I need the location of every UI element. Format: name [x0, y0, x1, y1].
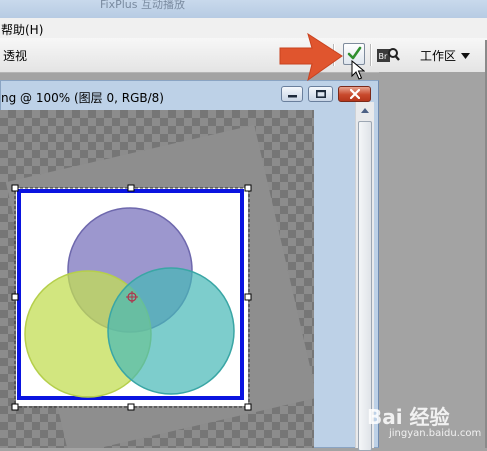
options-bar: 透视 Br 工作区: [0, 38, 487, 73]
watermark: Bai 经验 jingyan.baidu.com: [367, 399, 487, 445]
svg-text:Br: Br: [379, 52, 388, 61]
watermark-text: Bai 经验: [367, 405, 450, 429]
arrow-right-icon: [279, 32, 343, 82]
app-title-bar: FixPlus 互动播放: [0, 0, 487, 18]
arrow-up-icon[interactable]: [356, 102, 374, 119]
workspace-menu[interactable]: 工作区: [414, 45, 474, 65]
workspace-label: 工作区: [420, 49, 457, 63]
bridge-button[interactable]: Br: [376, 46, 400, 64]
document-title: ng @ 100% (图层 0, RGB/8): [1, 91, 164, 105]
menu-help[interactable]: 帮助(H): [1, 21, 43, 38]
close-icon: [350, 89, 360, 99]
transform-image-layer[interactable]: [11, 184, 252, 411]
minimize-button[interactable]: [281, 86, 303, 102]
mouse-pointer-icon: [351, 60, 365, 80]
toolbar-separator: [370, 44, 372, 66]
maximize-icon: [316, 90, 326, 98]
watermark-url: jingyan.baidu.com: [389, 428, 482, 439]
app-title: FixPlus 互动播放: [100, 0, 185, 11]
document-canvas[interactable]: [0, 110, 314, 448]
chevron-down-icon: [461, 53, 470, 59]
perspective-option[interactable]: 透视: [3, 47, 27, 64]
panel-dock: [379, 72, 487, 448]
menu-bar: 帮助(H): [0, 18, 487, 39]
checkmark-icon: [347, 46, 362, 60]
maximize-button[interactable]: [308, 86, 333, 102]
vertical-scrollbar[interactable]: [355, 102, 374, 451]
minimize-icon: [288, 95, 297, 98]
teal-circle: [107, 267, 235, 395]
bridge-icon: Br: [377, 48, 400, 62]
close-button[interactable]: [338, 86, 371, 102]
